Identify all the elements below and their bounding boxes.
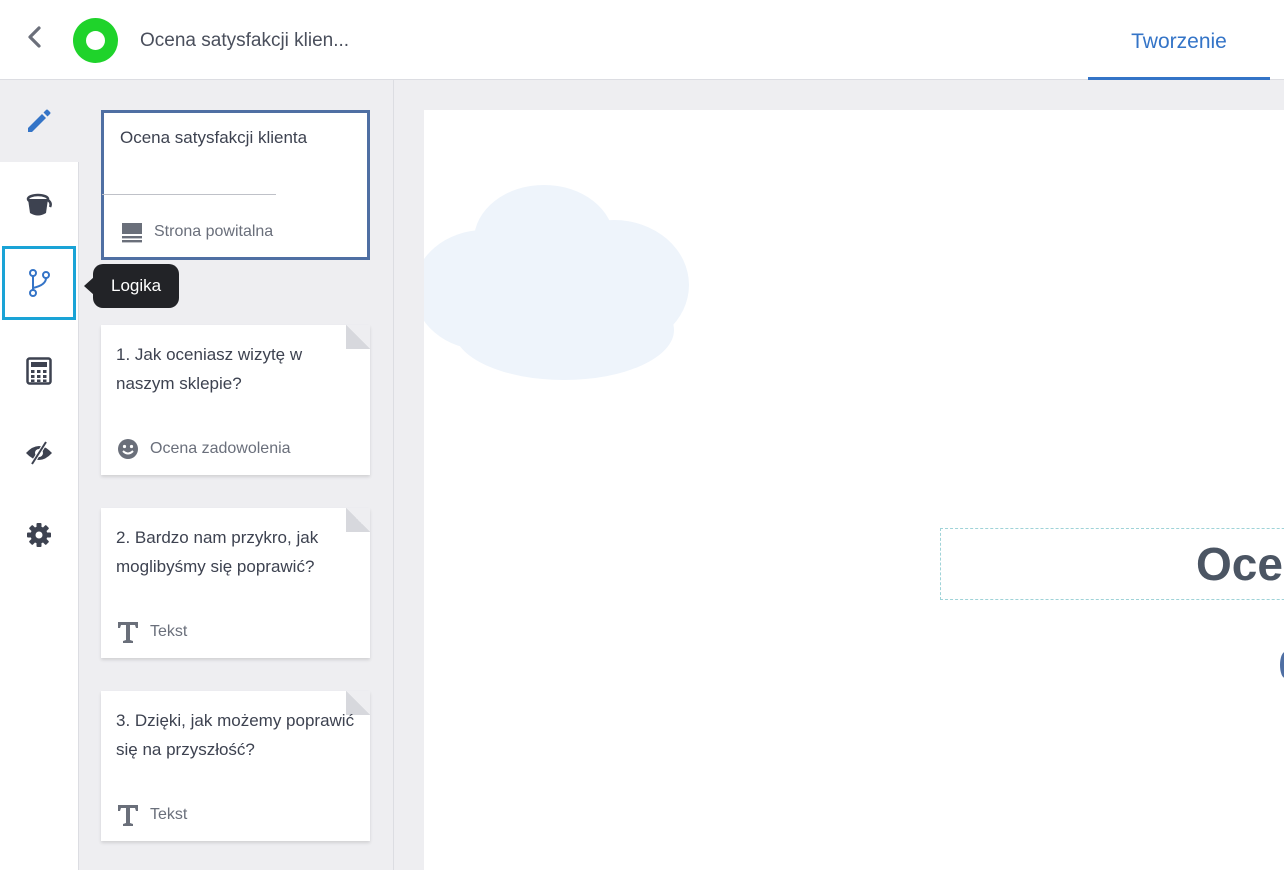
question-text: 1. Jak oceniasz wizytę w naszym sklepie? xyxy=(116,345,303,393)
welcome-card[interactable]: Ocena satysfakcji klienta Strona powital… xyxy=(101,110,370,260)
top-bar: Ocena satysfakcji klien... Tworzenie xyxy=(0,0,1284,80)
edit-button[interactable] xyxy=(0,83,78,159)
text-type-icon xyxy=(116,803,140,827)
visibility-button[interactable] xyxy=(0,415,78,491)
paint-bucket-icon xyxy=(26,193,52,216)
question-type-label: Tekst xyxy=(150,806,188,823)
welcome-title-box[interactable]: Oce xyxy=(940,528,1284,600)
text-type-icon xyxy=(116,620,140,644)
design-button[interactable] xyxy=(0,167,78,243)
pencil-icon xyxy=(28,109,51,132)
cloud-decoration xyxy=(424,185,689,380)
welcome-title: Oce xyxy=(1196,538,1283,590)
tab-tworzenie[interactable]: Tworzenie xyxy=(1088,0,1270,80)
question-type-label: Tekst xyxy=(150,623,188,640)
left-icon-rail xyxy=(0,80,79,870)
welcome-card-type: Strona powitalna xyxy=(120,220,273,244)
gear-icon xyxy=(27,523,51,547)
question-card-1[interactable]: 1. Jak oceniasz wizytę w naszym sklepie?… xyxy=(101,325,370,475)
welcome-divider xyxy=(102,194,276,195)
question-text: 3. Dzięki, jak możemy poprawić się na pr… xyxy=(116,711,355,759)
logic-button[interactable] xyxy=(2,246,76,320)
question-card-3[interactable]: 3. Dzięki, jak możemy poprawić się na pr… xyxy=(101,691,370,841)
eye-slash-icon xyxy=(26,440,52,466)
question-card-2[interactable]: 2. Bardzo nam przykro, jak moglibyśmy si… xyxy=(101,508,370,658)
calculator-icon xyxy=(26,357,52,385)
branch-icon xyxy=(29,269,50,297)
logic-tooltip: Logika xyxy=(83,264,180,308)
canvas-edge-element xyxy=(1280,652,1284,678)
smiley-icon xyxy=(116,437,140,461)
question-type: Tekst xyxy=(116,620,187,644)
canvas-area: Oce xyxy=(394,80,1284,870)
question-type-label: Ocena zadowolenia xyxy=(150,440,291,457)
question-type: Tekst xyxy=(116,803,187,827)
question-list: Ocena satysfakcji klienta Strona powital… xyxy=(79,80,394,870)
settings-button[interactable] xyxy=(0,497,78,573)
app-logo xyxy=(73,18,118,63)
welcome-card-type-label: Strona powitalna xyxy=(154,223,274,240)
question-text: 2. Bardzo nam przykro, jak moglibyśmy si… xyxy=(116,528,319,576)
welcome-page-icon xyxy=(120,220,144,244)
back-arrow-icon[interactable] xyxy=(22,24,48,50)
welcome-card-text: Ocena satysfakcji klienta xyxy=(120,128,308,147)
survey-canvas: Oce xyxy=(424,110,1284,870)
calculator-button[interactable] xyxy=(0,333,78,409)
survey-title: Ocena satysfakcji klien... xyxy=(140,30,350,51)
question-type: Ocena zadowolenia xyxy=(116,437,291,461)
